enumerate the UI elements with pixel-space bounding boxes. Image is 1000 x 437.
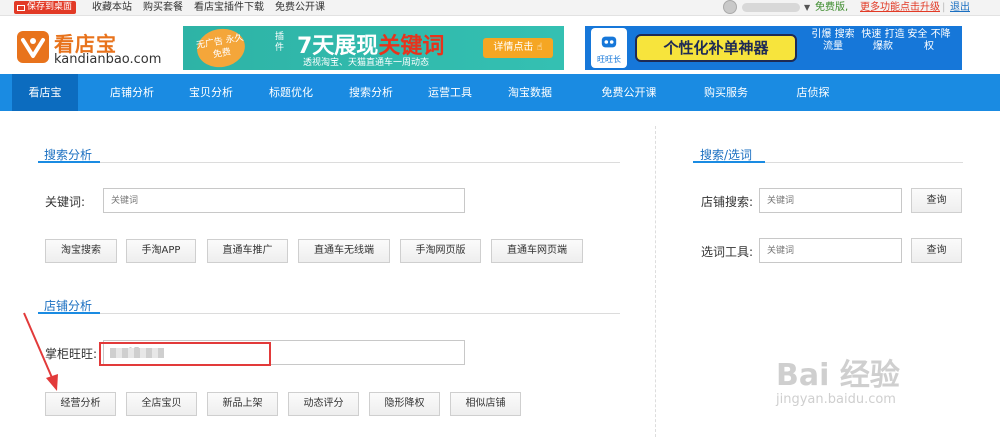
site-logo[interactable]: 看店宝 kandianbao.com — [16, 28, 166, 68]
word-tool-label: 选词工具: — [701, 245, 754, 259]
robot-face-icon — [601, 36, 617, 48]
new-items-button[interactable]: 新品上架 — [207, 392, 278, 416]
avatar[interactable] — [723, 0, 737, 14]
ztc-wireless-button[interactable]: 直通车无线端 — [298, 239, 390, 263]
plugin-download-link[interactable]: 看店宝插件下载 — [194, 0, 264, 15]
word-tool-input[interactable] — [759, 238, 902, 263]
banner-pill: 个性化补单神器 — [635, 34, 797, 62]
top-utility-bar: 保存到桌面 收藏本站 购买套餐 看店宝插件下载 免费公开课 ▼ 免费版, 更多功… — [0, 0, 1000, 16]
plugin-tag: 插件 — [275, 32, 285, 53]
keyword-label: 关键词: — [45, 195, 86, 209]
seller-label: 掌柜旺旺: — [45, 347, 98, 361]
search-words-rule — [693, 161, 963, 163]
dynamic-rating-button[interactable]: 动态评分 — [288, 392, 359, 416]
mobile-web-button[interactable]: 手淘网页版 — [400, 239, 481, 263]
buy-package-link[interactable]: 购买套餐 — [143, 0, 183, 15]
nav-title-optimize[interactable]: 标题优化 — [258, 74, 324, 111]
order-tool-banner[interactable]: 旺旺长 个性化补单神器 引爆 搜索 流量 快速 打造 爆款 安全 不降权 — [585, 26, 962, 70]
shop-search-input[interactable] — [759, 188, 902, 213]
nav-shop-detective[interactable]: 店侦探 — [780, 74, 846, 111]
banner-cta-button[interactable]: 详情点击 ☝ — [483, 38, 553, 58]
nav-ops-tools[interactable]: 运营工具 — [417, 74, 483, 111]
wangwangzhang-badge: 旺旺长 — [591, 28, 627, 68]
monitor-icon — [17, 4, 25, 11]
all-items-button[interactable]: 全店宝贝 — [126, 392, 197, 416]
banner-feature-3: 安全 不降权 — [907, 29, 951, 52]
hand-pointer-icon: ☝ — [536, 42, 543, 53]
shop-search-label: 店铺搜索: — [701, 195, 754, 209]
banner-feature-2: 快速 打造 爆款 — [861, 29, 905, 52]
keyword-input[interactable] — [103, 188, 465, 213]
nav-shop-analysis[interactable]: 店铺分析 — [99, 74, 165, 111]
word-tool-query-button[interactable]: 查询 — [911, 238, 962, 263]
keyword-plugin-banner[interactable]: 无广告 永久免费 7天展现关键词 插件 透视淘宝、天猫直通车一周动态 详情点击 … — [183, 26, 564, 70]
chevron-down-icon[interactable]: ▼ — [804, 1, 810, 14]
main-nav: 看店宝 店铺分析 宝贝分析 标题优化 搜索分析 运营工具 淘宝数据 免费公开课 … — [0, 74, 1000, 111]
banner-cta-label: 详情点击 — [493, 42, 534, 53]
mobile-app-button[interactable]: 手淘APP — [126, 239, 196, 263]
bookmark-site-link[interactable]: 收藏本站 — [92, 0, 132, 15]
separator: | — [942, 2, 946, 13]
username-redacted[interactable] — [742, 3, 800, 12]
shop-analysis-rule — [38, 312, 620, 314]
business-analysis-button[interactable]: 经营分析 — [45, 392, 116, 416]
logo-url: kandianbao.com — [54, 52, 162, 67]
hidden-demotion-button[interactable]: 隐形降权 — [369, 392, 440, 416]
banner-brand: 旺旺长 — [597, 55, 621, 64]
ztc-promotion-button[interactable]: 直通车推广 — [207, 239, 288, 263]
ztc-web-button[interactable]: 直通车网页端 — [491, 239, 583, 263]
shop-search-query-button[interactable]: 查询 — [911, 188, 962, 213]
ad-free-badge: 无广告 永久免费 — [194, 26, 248, 70]
nav-search-analysis[interactable]: 搜索分析 — [338, 74, 404, 111]
column-divider — [655, 126, 656, 437]
banner-subline: 透视淘宝、天猫直通车一周动态 — [303, 58, 430, 68]
watermark-logo: Bai 经验 — [776, 358, 900, 393]
logo-mark-icon — [17, 31, 49, 63]
upgrade-link[interactable]: 更多功能点击升级 — [860, 0, 940, 15]
taobao-search-button[interactable]: 淘宝搜索 — [45, 239, 117, 263]
free-course-link[interactable]: 免费公开课 — [275, 0, 325, 15]
nav-free-course[interactable]: 免费公开课 — [590, 74, 668, 111]
baidu-jingyan-watermark: Bai 经验 jingyan.baidu.com — [776, 350, 956, 420]
watermark-url: jingyan.baidu.com — [776, 392, 896, 407]
nav-taobao-data[interactable]: 淘宝数据 — [497, 74, 563, 111]
highlight-box — [99, 342, 271, 366]
save-to-desktop-label: 保存到桌面 — [27, 2, 73, 12]
similar-shops-button[interactable]: 相似店铺 — [450, 392, 521, 416]
search-analysis-rule — [38, 161, 620, 163]
logout-link[interactable]: 退出 — [950, 0, 970, 15]
nav-item-analysis[interactable]: 宝贝分析 — [178, 74, 244, 111]
save-to-desktop-button[interactable]: 保存到桌面 — [14, 1, 77, 14]
nav-home[interactable]: 看店宝 — [12, 74, 78, 111]
free-version-label: 免费版, — [815, 2, 849, 13]
nav-buy-service[interactable]: 购买服务 — [693, 74, 759, 111]
banner-feature-1: 引爆 搜索 流量 — [811, 29, 855, 52]
